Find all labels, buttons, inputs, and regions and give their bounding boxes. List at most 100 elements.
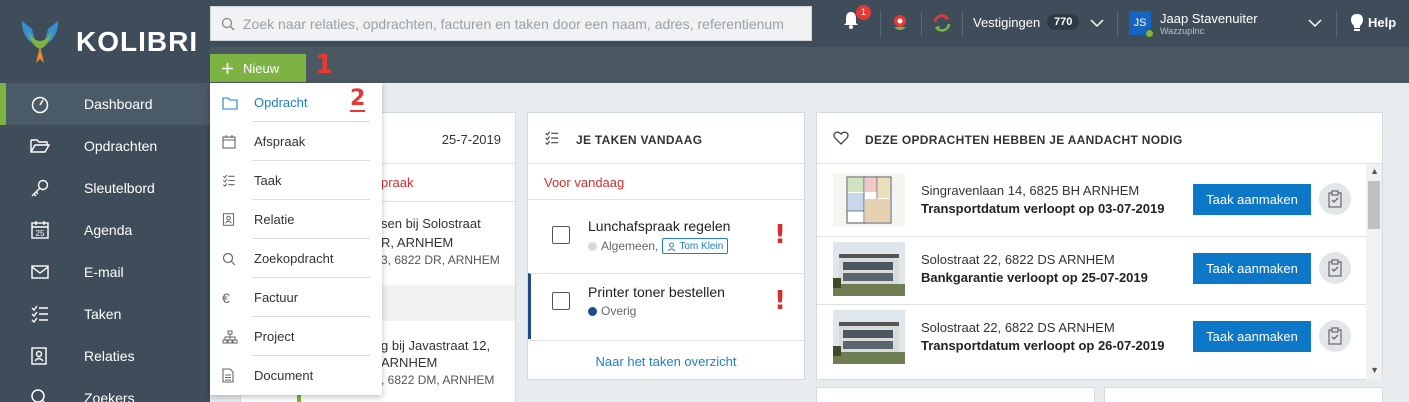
floorplan-thumbnail[interactable]	[833, 173, 905, 227]
scroll-down-icon[interactable]: ▼	[1370, 365, 1379, 375]
divider	[962, 11, 963, 37]
appointment-address: , 6822 DM, ARNHEM	[381, 373, 495, 387]
appointment-line[interactable]: g bij Javastraat 12,	[381, 338, 490, 353]
sidebar-item-label: E-mail	[84, 264, 124, 280]
vestigingen-label[interactable]: Vestigingen	[973, 15, 1040, 30]
appointment-line[interactable]: sen bij Solostraat	[381, 216, 481, 231]
hierarchy-icon	[222, 330, 238, 343]
new-dropdown-menu: Opdracht Afspraak Taak Relatie Zoekopdra…	[210, 83, 382, 395]
top-bar: 1 Vestigingen 770 JS Jaap Stavenuiter Wa…	[210, 0, 1409, 47]
calendar-icon: 25	[31, 221, 49, 239]
new-button[interactable]: Nieuw	[210, 54, 306, 82]
sidebar-item-sleutelbord[interactable]: Sleutelbord	[0, 167, 210, 209]
menu-item-label: Taak	[254, 173, 282, 188]
create-task-button[interactable]: Taak aanmaken	[1193, 184, 1311, 215]
sync-icon[interactable]	[932, 13, 952, 33]
tasks-today-card: JE TAKEN VANDAAG Voor vandaag Lunchafspr…	[527, 112, 805, 380]
clipboard-check-icon	[1328, 259, 1342, 277]
menu-item-taak[interactable]: Taak	[210, 161, 382, 200]
menu-item-label: Afspraak	[254, 134, 306, 149]
scrollbar-thumb[interactable]	[1368, 181, 1380, 229]
assignee-tag[interactable]: Tom Klein	[662, 238, 729, 254]
sidebar-item-label: Opdrachten	[84, 138, 158, 154]
appointment-line: R, ARNHEM	[381, 235, 454, 250]
envelope-icon	[31, 265, 49, 279]
contact-icon	[31, 347, 47, 365]
task-checkbox[interactable]	[552, 292, 570, 310]
chevron-down-icon[interactable]	[1308, 18, 1322, 28]
heart-icon	[833, 131, 849, 145]
task-checkbox[interactable]	[552, 226, 570, 244]
flower-icon[interactable]	[890, 13, 910, 33]
svg-text:25: 25	[36, 229, 45, 238]
annotation-step-1: 1	[315, 50, 334, 80]
search-icon	[222, 252, 236, 265]
sidebar-item-label: Sleutelbord	[84, 180, 155, 196]
sidebar-item-label: Relaties	[84, 348, 135, 364]
sidebar-item-agenda[interactable]: 25 Agenda	[0, 209, 210, 251]
document-icon	[222, 368, 234, 383]
tasks-icon	[223, 174, 235, 187]
attention-warning: Transportdatum verloopt op 26-07-2019	[921, 338, 1165, 353]
sidebar-item-label: Taken	[84, 306, 122, 322]
menu-item-relatie[interactable]: Relatie	[210, 200, 382, 239]
create-task-button[interactable]: Taak aanmaken	[1193, 253, 1311, 284]
scroll-up-icon[interactable]: ▲	[1370, 166, 1379, 176]
task-category: Overig	[601, 304, 637, 318]
task-title[interactable]: Printer toner bestellen	[588, 284, 725, 300]
task-row[interactable]: Printer toner bestellen Overig !	[528, 273, 804, 339]
building-thumbnail[interactable]	[833, 310, 905, 364]
divider	[1336, 11, 1337, 37]
notification-badge: 1	[856, 5, 871, 20]
task-row[interactable]: Lunchafspraak regelen Algemeen, Tom Klei…	[528, 208, 804, 274]
vestigingen-count: 770	[1047, 14, 1080, 30]
brand-name: KOLIBRI	[76, 25, 199, 57]
create-task-button[interactable]: Taak aanmaken	[1193, 321, 1311, 352]
hummingbird-logo-icon	[22, 20, 58, 63]
lightbulb-icon[interactable]	[1350, 13, 1364, 33]
search-input[interactable]	[243, 15, 783, 32]
menu-item-zoekopdracht[interactable]: Zoekopdracht	[210, 239, 382, 278]
menu-item-factuur[interactable]: € Factuur	[210, 278, 382, 317]
category-dot	[588, 241, 597, 251]
tasks-overview-link[interactable]: Naar het taken overzicht	[528, 354, 804, 369]
priority-icon: !	[774, 220, 786, 250]
help-link[interactable]: Help	[1368, 15, 1396, 30]
plus-icon	[222, 62, 233, 74]
sidebar-item-dashboard[interactable]: Dashboard	[0, 83, 210, 125]
dashboard-icon	[31, 96, 49, 114]
appointments-date: 25-7-2019	[441, 132, 501, 147]
global-search[interactable]	[210, 6, 812, 41]
clipboard-check-button[interactable]	[1319, 320, 1351, 352]
card-title: JE TAKEN VANDAAG	[576, 133, 703, 147]
clipboard-check-button[interactable]	[1319, 252, 1351, 284]
menu-item-project[interactable]: Project	[210, 317, 382, 356]
sidebar-item-email[interactable]: E-mail	[0, 251, 210, 293]
property-address[interactable]: Singravenlaan 14, 6825 BH ARNHEM	[921, 183, 1139, 198]
tasks-icon	[545, 131, 559, 145]
menu-item-label: Relatie	[254, 212, 295, 227]
chevron-down-icon[interactable]	[1090, 18, 1104, 28]
task-title[interactable]: Lunchafspraak regelen	[588, 218, 730, 234]
sidebar: KOLIBRI Dashboard Opdrachten Sleutelbord…	[0, 0, 210, 402]
attention-row: Solostraat 22, 6822 DS ARNHEM Bankgarant…	[817, 236, 1367, 304]
menu-item-label: Opdracht	[254, 95, 308, 110]
clipboard-check-button[interactable]	[1319, 183, 1351, 215]
building-thumbnail[interactable]	[833, 242, 905, 296]
menu-item-document[interactable]: Document	[210, 356, 382, 395]
brand-logo[interactable]: KOLIBRI	[0, 0, 210, 83]
search-icon	[221, 17, 235, 30]
sidebar-item-opdrachten[interactable]: Opdrachten	[0, 125, 210, 167]
divider	[921, 11, 922, 37]
sidebar-item-relaties[interactable]: Relaties	[0, 335, 210, 377]
user-name[interactable]: Jaap Stavenuiter	[1160, 11, 1258, 26]
property-address[interactable]: Solostraat 22, 6822 DS ARNHEM	[921, 252, 1115, 267]
sidebar-item-label: Zoekers	[84, 390, 135, 402]
sidebar-item-zoekers[interactable]: Zoekers	[0, 377, 210, 402]
attention-card: DEZE OPDRACHTEN HEBBEN JE AANDACHT NODIG…	[816, 112, 1383, 380]
sidebar-item-taken[interactable]: Taken	[0, 293, 210, 335]
online-status-icon	[1145, 29, 1154, 38]
key-icon	[31, 179, 49, 197]
menu-item-afspraak[interactable]: Afspraak	[210, 122, 382, 161]
property-address[interactable]: Solostraat 22, 6822 DS ARNHEM	[921, 320, 1115, 335]
